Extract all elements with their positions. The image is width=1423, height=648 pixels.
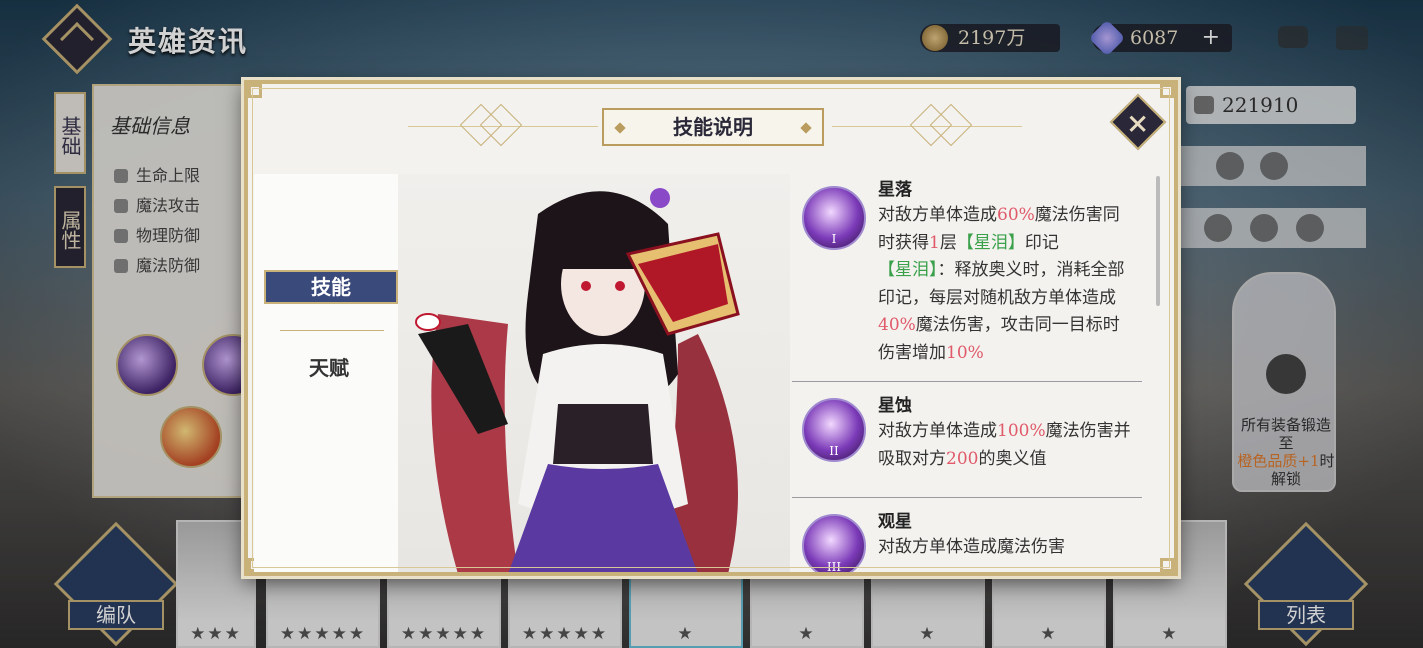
skill-star-eclipse-icon: II xyxy=(802,398,866,462)
modal-title: 技能说明 xyxy=(602,108,824,146)
skill-list[interactable]: I 星落 对敌方单体造成60%魔法伤害同时获得1层【星泪】印记 【星泪】：释放奥义… xyxy=(790,178,1154,572)
skill-star-fall-icon: I xyxy=(802,186,866,250)
highlight-text: 100% xyxy=(997,421,1046,441)
skill-numeral: II xyxy=(829,444,839,458)
highlight-text: 40% xyxy=(878,315,916,335)
skill-name: 观星 xyxy=(878,512,912,532)
tab-divider xyxy=(280,330,384,331)
description-text: 对敌方单体造成 xyxy=(878,205,997,225)
skill-numeral: III xyxy=(826,560,842,574)
skill-description: 对敌方单体造成100%魔法伤害并吸取对方200的奥义值 xyxy=(878,418,1134,473)
skill-divider xyxy=(792,497,1142,498)
skill-name: 星落 xyxy=(878,180,912,200)
skill-item: III 观星 对敌方单体造成魔法伤害 xyxy=(790,510,1154,572)
skill-numeral: I xyxy=(831,232,837,246)
tab-talent[interactable]: 天赋 xyxy=(254,352,404,381)
corner-ornament xyxy=(1160,84,1174,98)
skill-description: 对敌方单体造成魔法伤害 xyxy=(878,534,1134,562)
description-text: 印记 xyxy=(1024,232,1059,253)
description-text: 的奥义值 xyxy=(978,448,1047,469)
skill-divider xyxy=(792,381,1142,382)
highlight-text: 1 xyxy=(929,232,940,253)
description-text: 魔法伤害 xyxy=(997,537,1065,557)
highlight-text: 【星泪】 xyxy=(878,260,938,280)
description-text: 对敌方单体造成 xyxy=(878,421,997,441)
hero-portrait xyxy=(398,174,790,572)
skill-item: I 星落 对敌方单体造成60%魔法伤害同时获得1层【星泪】印记 【星泪】：释放奥义… xyxy=(790,178,1154,367)
scrollbar[interactable] xyxy=(1156,176,1160,306)
skill-name: 星蚀 xyxy=(878,396,912,416)
description-text: 层 xyxy=(939,232,957,253)
highlight-text: 200 xyxy=(946,448,979,469)
skill-description: 对敌方单体造成60%魔法伤害同时获得1层【星泪】印记 【星泪】：释放奥义时，消耗全… xyxy=(878,202,1134,367)
skill-stargazing-icon: III xyxy=(802,514,866,574)
skill-info-modal: 技能说明 技能 天赋 I 星落 对敌方单体造成60%魔法伤害同时获得1层【星泪】… xyxy=(244,80,1178,576)
hero-illustration xyxy=(415,188,740,572)
highlight-text: 10% xyxy=(946,342,984,363)
highlight-text: 【星泪】 xyxy=(956,232,1025,253)
close-button[interactable] xyxy=(1109,93,1167,151)
corner-ornament xyxy=(248,84,262,98)
highlight-text: 60% xyxy=(997,205,1035,225)
modal-tabs: 技能 天赋 xyxy=(254,174,404,572)
corner-ornament xyxy=(1160,558,1174,572)
description-text: 对敌方单体造成 xyxy=(878,537,997,557)
skill-item: II 星蚀 对敌方单体造成100%魔法伤害并吸取对方200的奥义值 xyxy=(790,394,1154,473)
tab-skill[interactable]: 技能 xyxy=(264,270,398,304)
